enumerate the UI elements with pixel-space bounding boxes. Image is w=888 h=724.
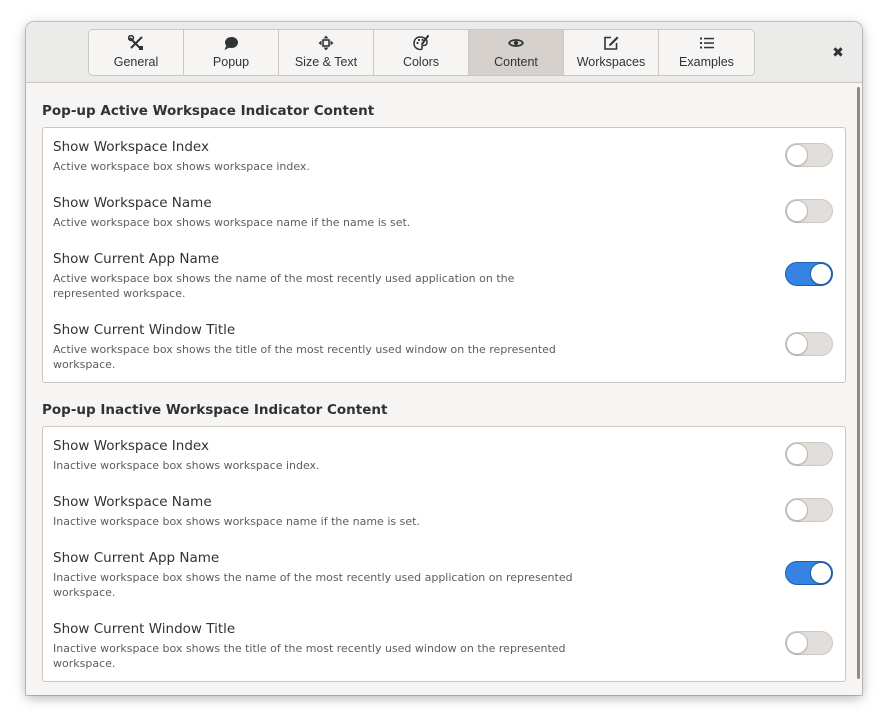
option-row-active-name: Show Workspace Name Active workspace box… [43,195,845,239]
option-title: Show Current Window Title [53,322,236,338]
close-button[interactable]: ✖ [826,41,850,65]
option-row-inactive-app-name: Show Current App Name Inactive workspace… [43,550,845,610]
switch-knob [786,200,808,222]
toggle-switch[interactable] [785,199,833,223]
move-arrows-icon [318,35,334,51]
switch-knob [786,333,808,355]
toggle-switch[interactable] [785,442,833,466]
tab-content[interactable]: Content [469,30,564,75]
edit-icon [603,35,619,51]
preferences-window: General Popup Size & Text Colors Content… [26,22,862,695]
content-area: Pop-up Active Workspace Indicator Conten… [26,83,862,695]
tab-label: Workspaces [576,55,646,69]
switch-knob [810,263,832,285]
tab-colors[interactable]: Colors [374,30,469,75]
tab-workspaces[interactable]: Workspaces [564,30,659,75]
option-subtitle: Active workspace box shows workspace nam… [53,216,411,229]
option-title: Show Current App Name [53,251,220,267]
close-icon: ✖ [832,45,844,61]
option-subtitle: Inactive workspace box shows workspace i… [53,459,320,472]
tab-label: Size & Text [294,55,358,69]
option-subtitle: Active workspace box shows the name of t… [53,272,515,300]
option-title: Show Workspace Index [53,139,209,155]
tab-label: Colors [402,55,440,69]
switch-knob [810,562,832,584]
switch-knob [786,443,808,465]
active-options-frame: Show Workspace Index Active workspace bo… [42,127,846,383]
tab-label: Content [494,55,538,69]
switch-knob [786,632,808,654]
tab-size-text[interactable]: Size & Text [279,30,374,75]
option-row-inactive-name: Show Workspace Name Inactive workspace b… [43,494,845,538]
inactive-options-frame: Show Workspace Index Inactive workspace … [42,426,846,682]
option-row-active-app-name: Show Current App Name Active workspace b… [43,251,845,311]
tab-examples[interactable]: Examples [659,30,754,75]
vertical-scrollbar[interactable] [857,87,860,679]
toggle-switch[interactable] [785,498,833,522]
section-title-inactive: Pop-up Inactive Workspace Indicator Cont… [42,402,388,418]
option-title: Show Workspace Name [53,195,212,211]
header-bar: General Popup Size & Text Colors Content… [26,22,862,83]
option-row-inactive-window-title: Show Current Window Title Inactive works… [43,621,845,681]
list-icon [699,35,715,51]
tab-label: Popup [212,55,250,69]
option-title: Show Current App Name [53,550,220,566]
option-row-active-window-title: Show Current Window Title Active workspa… [43,322,845,382]
option-subtitle: Active workspace box shows workspace ind… [53,160,310,173]
tab-label: Examples [679,55,734,69]
option-subtitle: Active workspace box shows the title of … [53,343,556,371]
option-row-inactive-index: Show Workspace Index Inactive workspace … [43,438,845,482]
section-title-active: Pop-up Active Workspace Indicator Conten… [42,103,375,119]
speech-bubble-icon [223,35,239,51]
option-title: Show Workspace Index [53,438,209,454]
option-row-active-index: Show Workspace Index Active workspace bo… [43,139,845,183]
palette-icon [413,35,429,51]
option-subtitle: Inactive workspace box shows the title o… [53,642,566,670]
toggle-switch[interactable] [785,332,833,356]
switch-knob [786,499,808,521]
toggle-switch[interactable] [785,561,833,585]
option-subtitle: Inactive workspace box shows the name of… [53,571,573,599]
option-subtitle: Inactive workspace box shows workspace n… [53,515,420,528]
toggle-switch[interactable] [785,631,833,655]
eye-icon [508,35,524,51]
tab-label: General [113,55,159,69]
switch-knob [786,144,808,166]
tab-popup[interactable]: Popup [184,30,279,75]
toggle-switch[interactable] [785,262,833,286]
tab-general[interactable]: General [89,30,184,75]
toggle-switch[interactable] [785,143,833,167]
tab-switcher: General Popup Size & Text Colors Content… [88,29,755,76]
tools-icon [128,35,144,51]
option-title: Show Current Window Title [53,621,236,637]
option-title: Show Workspace Name [53,494,212,510]
